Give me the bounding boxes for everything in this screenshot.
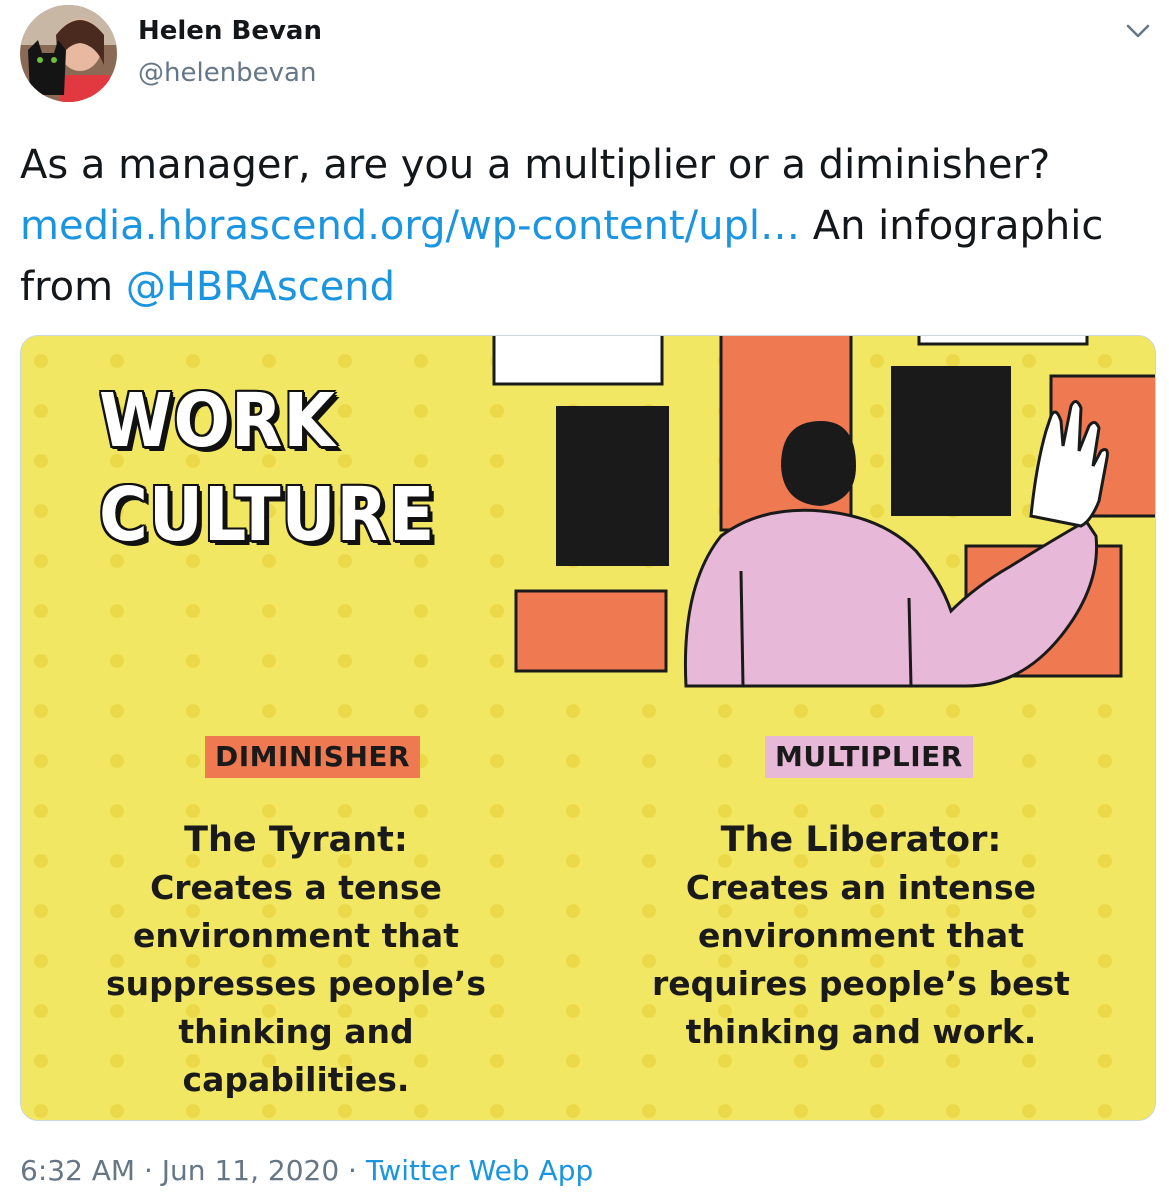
diminisher-title: The Tyrant: xyxy=(184,820,408,860)
tweet-footer: 6:32 AM · Jun 11, 2020 · Twitter Web App xyxy=(20,1154,593,1187)
multiplier-line: requires people’s best xyxy=(652,964,1070,1003)
tweet-time[interactable]: 6:32 AM xyxy=(20,1154,135,1187)
diminisher-line: environment that xyxy=(133,916,459,955)
chevron-down-icon[interactable] xyxy=(1124,18,1152,42)
diminisher-line: thinking and xyxy=(178,1012,414,1051)
avatar-image xyxy=(20,5,117,102)
diminisher-line: suppresses people’s xyxy=(106,964,486,1003)
multiplier-title: The Liberator: xyxy=(720,820,1002,860)
infographic-headline: WORK CULTURE xyxy=(99,374,435,562)
tweet-link[interactable]: media.hbrascend.org/wp-content/upl… xyxy=(20,203,800,249)
footer-separator: · xyxy=(339,1154,366,1187)
footer-separator: · xyxy=(135,1154,162,1187)
multiplier-line: Creates an intense xyxy=(685,868,1037,907)
diminisher-line: capabilities. xyxy=(182,1060,410,1099)
author-name[interactable]: Helen Bevan xyxy=(138,16,322,46)
source-app-link[interactable]: Twitter Web App xyxy=(366,1154,593,1187)
headline-line-1: WORK xyxy=(99,378,336,464)
tweet-text-part-1: As a manager, are you a multiplier or a … xyxy=(20,142,1051,188)
multiplier-line: environment that xyxy=(698,916,1024,955)
tweet-media-infographic[interactable]: WORK CULTURE DIMINISHER MULTIPLIER The T… xyxy=(20,335,1156,1121)
avatar[interactable] xyxy=(20,5,117,102)
multiplier-line: thinking and work. xyxy=(685,1012,1037,1051)
mention-link[interactable]: @HBRAscend xyxy=(126,264,395,310)
diminisher-tag: DIMINISHER xyxy=(205,736,421,778)
multiplier-description: The Liberator: Creates an intense enviro… xyxy=(651,816,1071,1056)
headline-line-2: CULTURE xyxy=(99,472,436,558)
tweet-text: As a manager, are you a multiplier or a … xyxy=(20,135,1150,318)
tweet-date[interactable]: Jun 11, 2020 xyxy=(162,1154,339,1187)
author-handle[interactable]: @helenbevan xyxy=(138,58,316,88)
diminisher-line: Creates a tense xyxy=(150,868,442,907)
multiplier-tag: MULTIPLIER xyxy=(765,736,973,778)
diminisher-description: The Tyrant: Creates a tense environment … xyxy=(86,816,506,1104)
